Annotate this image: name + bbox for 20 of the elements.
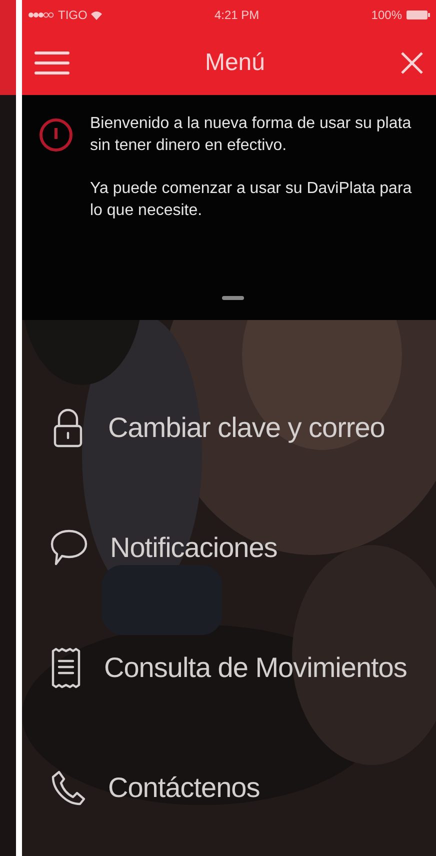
receipt-icon <box>50 647 82 689</box>
signal-icon <box>28 12 54 18</box>
battery-icon <box>406 10 430 20</box>
wifi-icon <box>91 10 102 20</box>
welcome-message: Ya puede comenzar a usar su DaviPlata para lo que necesite. <box>90 178 412 222</box>
header-title: Menú <box>204 48 266 78</box>
info-icon <box>38 117 74 153</box>
close-icon[interactable] <box>400 50 424 74</box>
menu-item[interactable]: Notificaciones <box>22 488 436 608</box>
menu-item[interactable]: Cambiar clave y correo <box>22 368 436 488</box>
carrier-name: TIGO <box>58 7 88 24</box>
welcome-message: Bienvenido a la nueva forma de usar su plata sin tener dinero en efectivo. <box>90 114 412 156</box>
menu-icon[interactable] <box>34 50 70 76</box>
menu-item[interactable]: Consulta de Movimientos <box>22 608 436 728</box>
clock-time: 4:21 PM <box>214 7 260 24</box>
menu-item[interactable]: Contáctenos <box>22 728 436 848</box>
battery-percent: 100% <box>371 7 402 24</box>
phone-icon <box>50 769 86 807</box>
speech-bubble-icon <box>50 528 88 568</box>
drag-handle[interactable] <box>222 296 244 300</box>
